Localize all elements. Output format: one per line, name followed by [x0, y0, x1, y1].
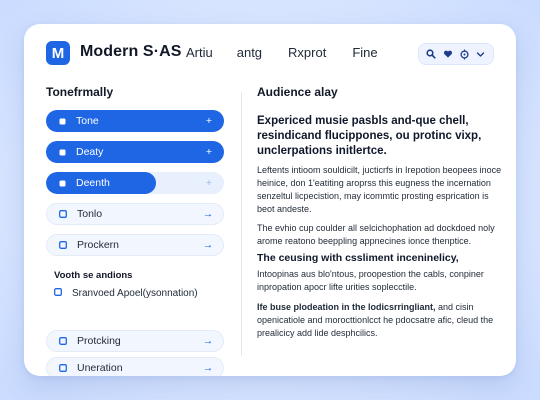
option-pill-tonlo[interactable]: Tonlo → — [46, 203, 224, 225]
plus-icon[interactable]: + — [204, 115, 214, 127]
square-icon — [59, 337, 67, 345]
dot-icon — [58, 117, 66, 125]
app-logo[interactable]: M — [46, 41, 70, 65]
arrow-right-icon[interactable]: → — [203, 362, 214, 374]
arrow-right-icon[interactable]: → — [203, 335, 214, 347]
content-heading: Expericed musie pasbls and-que chell, re… — [257, 115, 482, 157]
content-paragraph-2: The evhio cup coulder all selcichophatio… — [257, 223, 495, 246]
square-icon — [59, 364, 67, 372]
content-title: Audience alay — [257, 85, 338, 99]
chevron-down-icon[interactable] — [474, 47, 488, 61]
column-divider — [241, 92, 242, 356]
pill-label: Tonlo — [77, 208, 103, 220]
option-pill-protcking[interactable]: Protcking → — [46, 330, 224, 352]
pill-label: Prockern — [77, 239, 120, 251]
option-pill-deenth[interactable]: Deenth + — [46, 172, 224, 194]
pill-label: Deenth — [76, 177, 110, 189]
option-pill-deaty[interactable]: Deaty + — [46, 141, 224, 163]
paragraph-4-lead: Ife buse plodeation in the lodicsrringli… — [257, 302, 436, 312]
nav-item-fine[interactable]: Fine — [352, 45, 377, 60]
option-pill-prockern[interactable]: Prockern → — [46, 234, 224, 256]
content-paragraph-3: Intoopinas aus blo'ntous, proopestion th… — [257, 269, 484, 292]
nav-item-artiu[interactable]: Artiu — [186, 45, 213, 60]
content-paragraph-1: Leftents intioom souldicilt, jucticrfs i… — [257, 165, 502, 214]
arrow-right-icon[interactable]: → — [203, 239, 214, 251]
left-panel-title: Tonefrmally — [46, 85, 114, 99]
arrow-right-icon[interactable]: → — [203, 208, 214, 220]
option-pill-tone[interactable]: Tone + — [46, 110, 224, 132]
dot-icon — [58, 148, 66, 156]
brand-name: Modern S·AS — [80, 43, 182, 60]
heart-icon[interactable] — [441, 47, 455, 61]
main-nav: Artiu antg Rxprot Fine — [186, 45, 378, 60]
pill-label: Deaty — [76, 146, 104, 158]
logo-letter: M — [51, 44, 65, 62]
top-bar: M Modern S·AS Artiu antg Rxprot Fine — [24, 24, 516, 82]
subsection-item-label: Sranvoed Apoel(ysonnation) — [72, 288, 198, 299]
content-subheading: The ceusing with cssliment inceninelicy, — [257, 252, 459, 264]
pill-label: Uneration — [77, 362, 123, 374]
nav-item-antg[interactable]: antg — [237, 45, 262, 60]
square-icon — [59, 210, 67, 218]
app-window: M Modern S·AS Artiu antg Rxprot Fine Ton… — [24, 24, 516, 376]
target-icon[interactable] — [457, 47, 471, 61]
search-icon[interactable] — [424, 47, 438, 61]
pill-label: Tone — [76, 115, 99, 127]
plus-icon[interactable]: + — [204, 146, 214, 158]
content-paragraph-4: Ife buse plodeation in the lodicsrringli… — [257, 301, 502, 340]
pill-label: Protcking — [77, 335, 121, 347]
toolbar-group — [418, 43, 494, 65]
subsection-item[interactable]: Sranvoed Apoel(ysonnation) — [54, 288, 198, 299]
option-pill-uneration[interactable]: Uneration → — [46, 357, 224, 376]
nav-item-rxprot[interactable]: Rxprot — [288, 45, 326, 60]
subsection-title: Vooth se andions — [54, 270, 133, 281]
square-icon — [59, 241, 67, 249]
square-icon — [54, 288, 62, 299]
dot-icon — [58, 179, 66, 187]
plus-icon[interactable]: + — [204, 177, 214, 189]
